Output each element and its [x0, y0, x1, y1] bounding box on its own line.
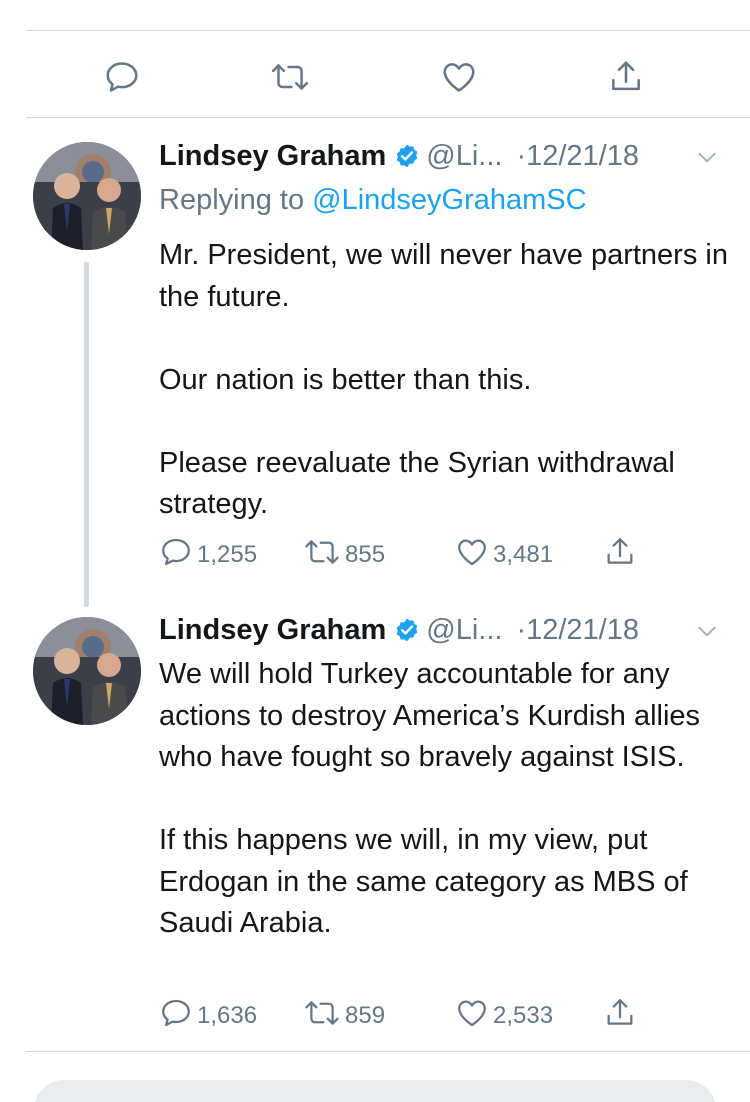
tweet-paragraph: Our nation is better than this.: [159, 363, 532, 396]
user-handle[interactable]: @Li...: [426, 614, 502, 647]
reply-icon[interactable]: [102, 57, 142, 97]
divider: [26, 1051, 750, 1052]
tweet-actions: 1,255 855 3,481: [159, 537, 719, 572]
share-icon: [603, 535, 637, 576]
reply-icon: [159, 535, 193, 576]
thread-line: [84, 262, 89, 607]
verified-badge-icon: [394, 617, 420, 643]
tweet-actions: 1,636 859 2,533: [159, 998, 719, 1033]
replying-to: Replying to @LindseyGrahamSC: [159, 184, 587, 217]
retweet-icon[interactable]: [270, 57, 310, 97]
like-count: 2,533: [493, 1002, 554, 1029]
tweet-paragraph: Mr. President, we will never have partne…: [159, 239, 728, 313]
share-icon[interactable]: [606, 57, 646, 97]
tweet-thread-screen: Lindsey Graham @Li... · 12/21/18 Replyin…: [0, 0, 750, 1102]
share-button[interactable]: [603, 998, 637, 1033]
like-button[interactable]: 2,533: [455, 999, 553, 1033]
tweet-date[interactable]: 12/21/18: [526, 140, 639, 173]
reply-button[interactable]: 1,255: [159, 538, 257, 572]
avatar[interactable]: [33, 617, 141, 725]
like-icon: [455, 535, 489, 576]
tweet-paragraph: If this happens we will, in my view, put…: [159, 824, 688, 939]
retweet-button[interactable]: 855: [303, 538, 385, 572]
tweet-header: Lindsey Graham @Li... · 12/21/18: [159, 136, 726, 176]
tweet-paragraph: Please reevaluate the Syrian withdrawal …: [159, 446, 675, 521]
tweet-header: Lindsey Graham @Li... · 12/21/18: [159, 610, 726, 650]
tweet-paragraph: We will hold Turkey accountable for any …: [159, 658, 701, 773]
retweet-icon: [303, 535, 341, 576]
user-handle[interactable]: @Li...: [426, 140, 502, 173]
avatar[interactable]: [33, 142, 141, 250]
retweet-button[interactable]: 859: [303, 999, 385, 1033]
reply-icon: [159, 996, 193, 1037]
display-name[interactable]: Lindsey Graham: [159, 140, 386, 173]
retweet-count: 855: [345, 541, 386, 568]
share-button[interactable]: [603, 537, 637, 572]
like-icon: [455, 996, 489, 1037]
retweet-icon: [303, 996, 341, 1037]
previous-tweet-actions: [26, 30, 750, 118]
tweet-text: Mr. President, we will never have partne…: [159, 235, 729, 526]
chevron-down-icon[interactable]: [694, 618, 720, 652]
reply-count: 1,255: [197, 541, 258, 568]
display-name[interactable]: Lindsey Graham: [159, 614, 386, 647]
chevron-down-icon[interactable]: [694, 144, 720, 178]
verified-badge-icon: [394, 143, 420, 169]
like-button[interactable]: 3,481: [455, 538, 553, 572]
reply-input[interactable]: [34, 1080, 716, 1102]
like-count: 3,481: [493, 541, 554, 568]
separator-dot: ·: [516, 139, 527, 172]
replying-prefix: Replying to: [159, 184, 313, 216]
separator-dot: ·: [516, 613, 527, 646]
reply-count: 1,636: [197, 1002, 258, 1029]
share-icon: [603, 996, 637, 1037]
tweet-text: We will hold Turkey accountable for any …: [159, 654, 729, 945]
reply-button[interactable]: 1,636: [159, 999, 257, 1033]
tweet-date[interactable]: 12/21/18: [526, 614, 639, 647]
retweet-count: 859: [345, 1002, 386, 1029]
replying-to-link[interactable]: @LindseyGrahamSC: [312, 184, 586, 216]
like-icon[interactable]: [439, 57, 479, 97]
